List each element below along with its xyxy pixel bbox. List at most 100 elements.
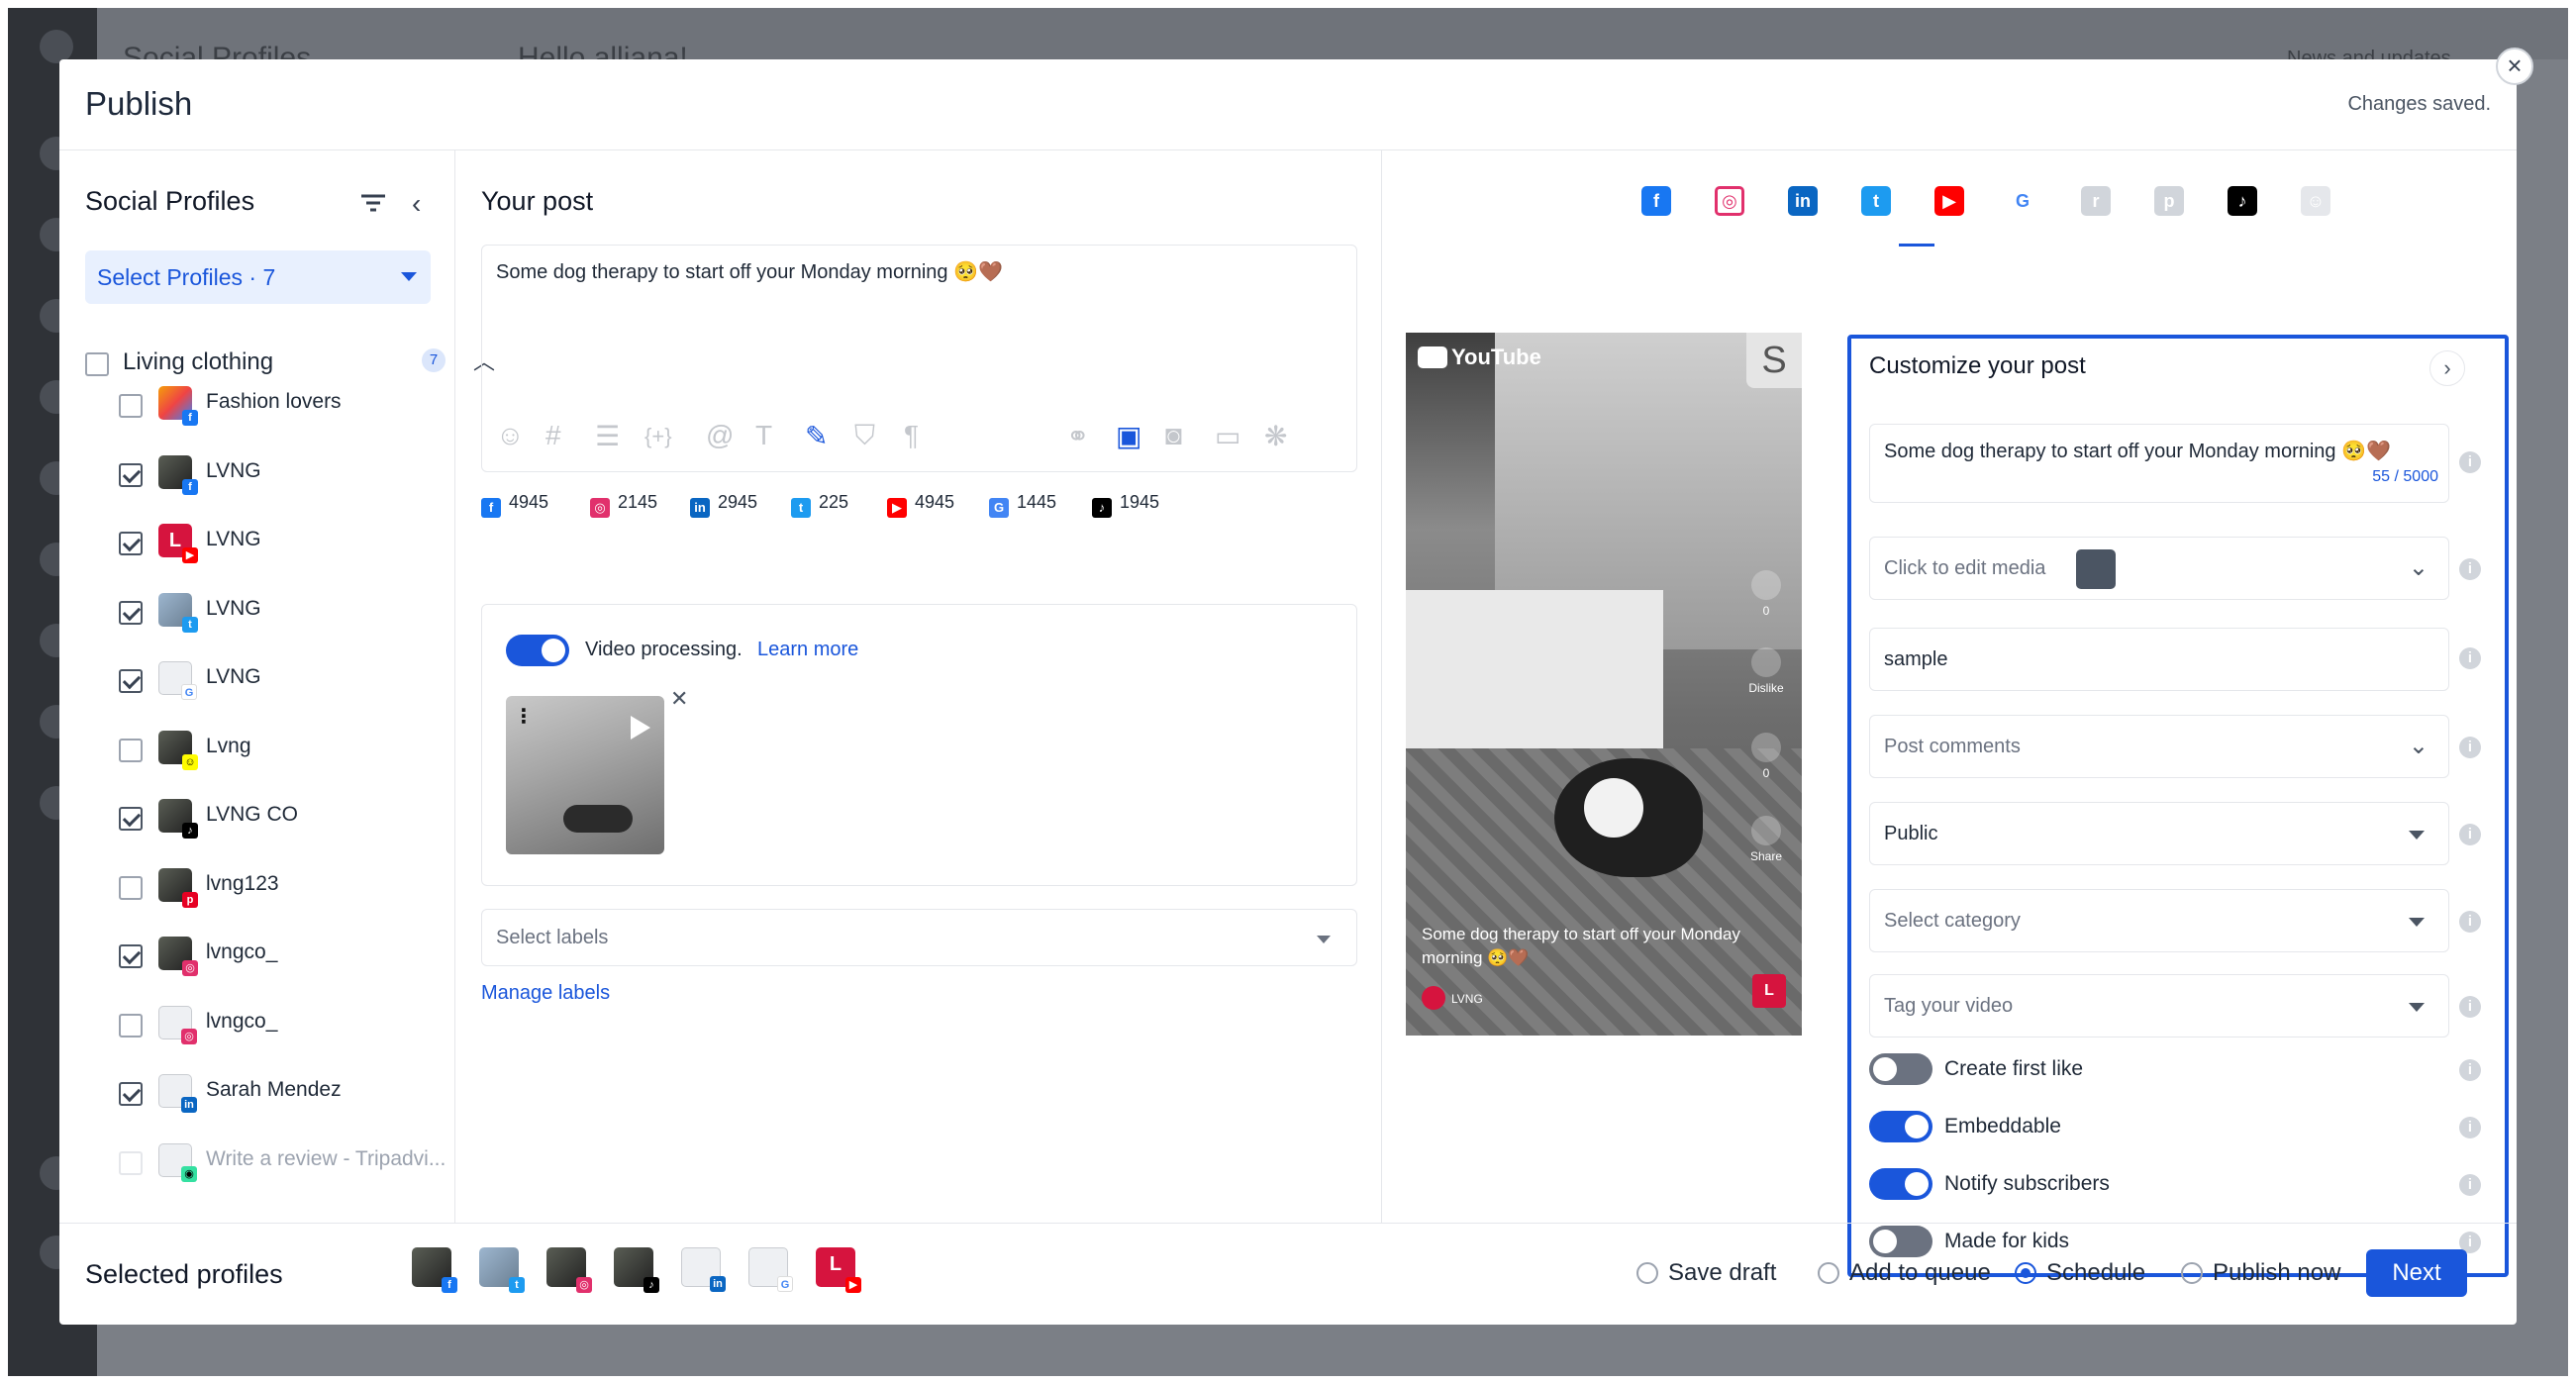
toggle-switch[interactable] — [1869, 1111, 1932, 1142]
profile-checkbox[interactable] — [119, 807, 143, 831]
hashtag-icon[interactable]: # — [545, 420, 561, 451]
tab-instagram-icon[interactable]: ◎ — [1715, 186, 1744, 216]
info-icon[interactable]: i — [2459, 1059, 2481, 1081]
selected-avatar[interactable]: ♪ — [614, 1247, 659, 1293]
next-button[interactable]: Next — [2366, 1249, 2467, 1297]
option-publish-now[interactable]: Publish now — [2181, 1259, 2340, 1287]
tab-pinterest-icon[interactable]: p — [2154, 186, 2184, 216]
tab-google-icon[interactable]: G — [2008, 186, 2037, 216]
video-thumbnail[interactable]: ⋮ — [506, 696, 664, 854]
option-schedule[interactable]: Schedule — [2015, 1259, 2145, 1287]
mention-icon[interactable]: @ — [706, 420, 734, 451]
selected-avatar[interactable]: t — [479, 1247, 525, 1293]
manage-labels-link[interactable]: Manage labels — [481, 982, 610, 1005]
info-icon[interactable]: i — [2459, 996, 2481, 1018]
profile-item[interactable]: ◉ Write a review - Tripadvi... — [119, 1142, 446, 1183]
profile-item[interactable]: ◎ lvngco_ — [119, 937, 446, 976]
profile-checkbox[interactable] — [119, 1082, 143, 1106]
toggle-switch[interactable] — [1869, 1168, 1932, 1200]
profile-group[interactable]: Living clothing 7 ︿ — [85, 345, 495, 384]
info-icon[interactable]: i — [2459, 1174, 2481, 1196]
profile-item[interactable]: L ▶ LVNG — [119, 524, 446, 563]
profile-checkbox[interactable] — [119, 944, 143, 968]
category-select[interactable]: Select category — [1869, 889, 2449, 952]
profile-item[interactable]: f LVNG — [119, 454, 446, 495]
tab-snapchat-icon[interactable]: ☺ — [2301, 186, 2330, 216]
info-icon[interactable]: i — [2459, 824, 2481, 845]
profile-item[interactable]: ☺ Lvng — [119, 730, 446, 770]
profile-item[interactable]: p lvng123 — [119, 867, 446, 908]
post-comments-dropdown[interactable]: Post comments ⌄ — [1869, 715, 2449, 778]
chevron-right-icon[interactable]: › — [2429, 350, 2465, 386]
profile-checkbox[interactable] — [119, 669, 143, 693]
selected-avatar[interactable]: ◎ — [546, 1247, 592, 1293]
learn-more-link[interactable]: Learn more — [757, 639, 858, 661]
radio-button[interactable] — [1636, 1262, 1658, 1284]
info-icon[interactable]: i — [2459, 558, 2481, 580]
selected-avatar[interactable]: G — [748, 1247, 793, 1292]
option-save-draft[interactable]: Save draft — [1636, 1259, 1776, 1287]
tab-twitter-icon[interactable]: t — [1861, 186, 1891, 216]
selected-avatar[interactable]: in — [681, 1247, 726, 1292]
labels-dropdown[interactable]: Select labels — [481, 909, 1357, 966]
radio-button[interactable] — [2181, 1262, 2203, 1284]
profile-item[interactable]: G LVNG — [119, 661, 446, 701]
group-checkbox[interactable] — [85, 352, 109, 376]
paragraph-icon[interactable]: ¶ — [904, 420, 919, 451]
info-icon[interactable]: i — [2459, 647, 2481, 669]
text-format-icon[interactable]: T — [755, 420, 772, 451]
profile-item[interactable]: ♪ LVNG CO — [119, 799, 446, 839]
option-add-to-queue[interactable]: Add to queue — [1818, 1259, 1991, 1287]
info-icon[interactable]: i — [2459, 911, 2481, 933]
magic-wand-icon[interactable]: ✎ — [805, 420, 828, 452]
post-text[interactable]: Some dog therapy to start off your Monda… — [496, 259, 1003, 284]
camera-icon[interactable]: ◙ — [1165, 420, 1182, 451]
more-vertical-icon[interactable]: ⋮ — [514, 704, 534, 729]
info-icon[interactable]: i — [2459, 451, 2481, 473]
info-icon[interactable]: i — [2459, 737, 2481, 758]
profile-checkbox[interactable] — [119, 1150, 143, 1175]
tab-linkedin-icon[interactable]: in — [1788, 186, 1818, 216]
profile-checkbox[interactable] — [119, 462, 143, 487]
radio-button[interactable] — [2015, 1262, 2036, 1284]
variable-icon[interactable]: {+} — [644, 424, 672, 449]
profile-checkbox[interactable] — [119, 394, 143, 418]
remove-media-icon[interactable]: ✕ — [670, 686, 688, 712]
profile-checkbox[interactable] — [119, 1013, 143, 1038]
profile-checkbox[interactable] — [119, 738, 143, 762]
profile-checkbox[interactable] — [119, 532, 143, 555]
shield-icon[interactable]: ⛉ — [854, 420, 875, 452]
info-icon[interactable]: i — [2459, 1117, 2481, 1138]
tab-reddit-icon[interactable]: r — [2081, 186, 2111, 216]
edit-media-dropdown[interactable]: Click to edit media ⌄ — [1869, 537, 2449, 600]
toggle-switch[interactable] — [1869, 1053, 1932, 1085]
video-processing-toggle[interactable] — [506, 635, 569, 666]
layers-icon[interactable]: ❋ — [1264, 420, 1287, 452]
video-title-input[interactable]: sample — [1869, 628, 2449, 691]
profile-item[interactable]: f Fashion lovers — [119, 386, 446, 426]
play-icon[interactable] — [631, 716, 650, 740]
chevron-left-icon[interactable]: ‹ — [412, 188, 421, 220]
video-icon[interactable]: ▣ — [1116, 420, 1141, 452]
profile-item[interactable]: t LVNG — [119, 592, 446, 633]
close-icon[interactable]: × — [2496, 48, 2533, 85]
profile-item[interactable]: in Sarah Mendez — [119, 1074, 446, 1114]
select-profiles-dropdown[interactable]: Select Profiles · 7 — [85, 250, 431, 304]
radio-button[interactable] — [1818, 1262, 1839, 1284]
post-editor[interactable]: Some dog therapy to start off your Monda… — [481, 245, 1357, 472]
filter-icon[interactable] — [358, 190, 388, 216]
tab-youtube-icon[interactable]: ▶ — [1934, 186, 1964, 216]
document-icon[interactable]: ▭ — [1215, 420, 1240, 452]
privacy-select[interactable]: Public — [1869, 802, 2449, 865]
profile-checkbox[interactable] — [119, 875, 143, 900]
tags-select[interactable]: Tag your video — [1869, 974, 2449, 1038]
emoji-icon[interactable]: ☺ — [496, 420, 525, 451]
tab-facebook-icon[interactable]: f — [1641, 186, 1671, 216]
tab-tiktok-icon[interactable]: ♪ — [2228, 186, 2257, 216]
link-icon[interactable]: ⚭ — [1066, 420, 1089, 452]
selected-avatar[interactable]: L ▶ — [816, 1247, 861, 1293]
profile-item[interactable]: ◎ lvngco_ — [119, 1005, 446, 1045]
text-block-icon[interactable]: ☰ — [595, 420, 620, 452]
profile-checkbox[interactable] — [119, 600, 143, 625]
selected-avatar[interactable]: f — [412, 1247, 457, 1293]
